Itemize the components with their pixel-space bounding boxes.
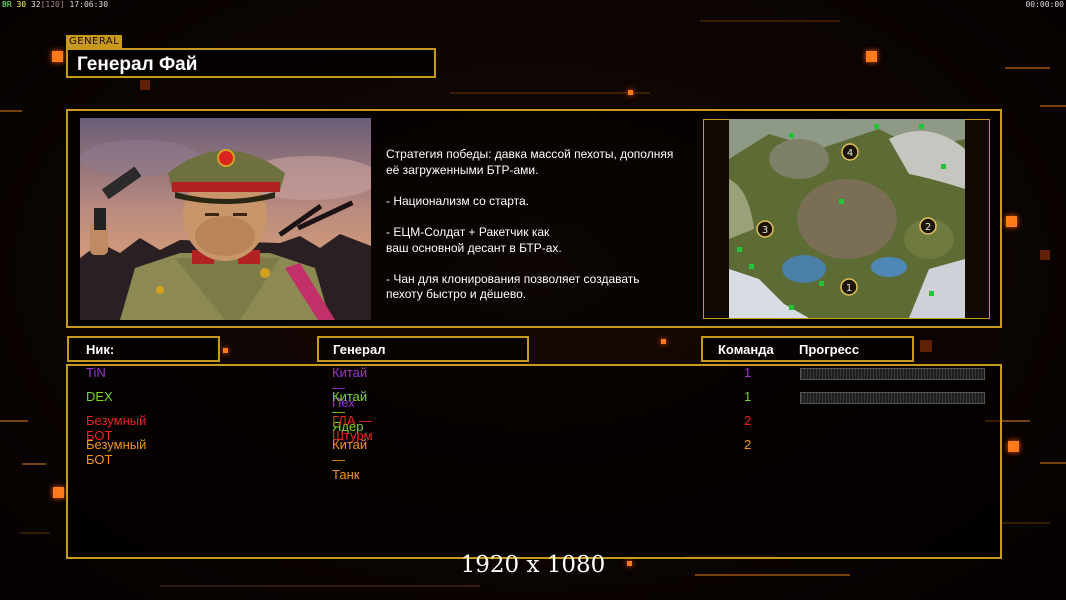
players-list: TiN Китай — Пех 1 DEX Китай — Ядер 1 Без… <box>0 0 1066 600</box>
player-team: 2 <box>744 437 752 452</box>
player-team: 2 <box>744 413 752 428</box>
player-team: 1 <box>744 389 752 404</box>
player-progress-bar <box>800 368 985 380</box>
player-nick: DEX <box>86 389 113 404</box>
player-general: Китай — Танк <box>332 437 368 482</box>
resolution-label: 1920 x 1080 <box>460 552 606 578</box>
player-progress-bar <box>800 392 985 404</box>
player-nick: Безумный БОТ <box>86 437 147 467</box>
player-nick: TiN <box>86 365 106 380</box>
player-team: 1 <box>744 365 752 380</box>
